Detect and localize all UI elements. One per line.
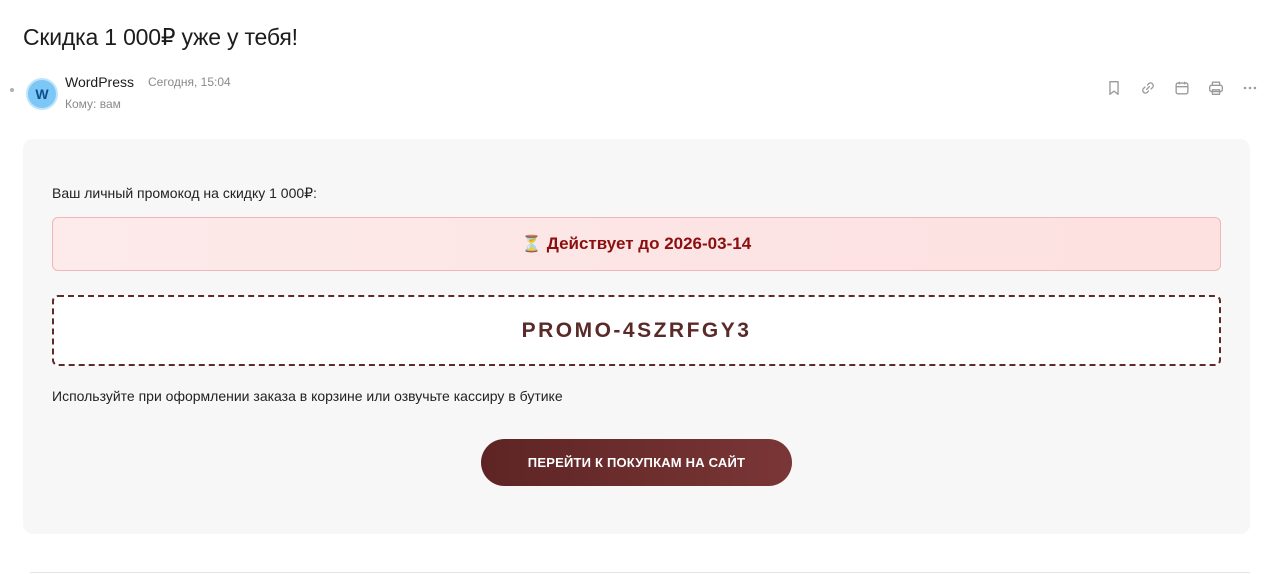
unread-dot (10, 88, 14, 92)
divider (30, 572, 1250, 573)
validity-banner: ⏳ Действует до 2026-03-14 (52, 217, 1221, 271)
more-icon[interactable] (1240, 78, 1260, 98)
email-view: Скидка 1 000₽ уже у тебя! W WordPress Се… (0, 0, 1280, 574)
link-icon[interactable] (1138, 78, 1158, 98)
hourglass-icon: ⏳ (521, 236, 542, 253)
sender-name[interactable]: WordPress (65, 74, 134, 90)
promo-code[interactable]: PROMO-4SZRFGY3 (52, 295, 1221, 366)
bookmark-icon[interactable] (1104, 78, 1124, 98)
email-date: Сегодня, 15:04 (148, 75, 231, 89)
calendar-icon[interactable] (1172, 78, 1192, 98)
print-icon[interactable] (1206, 78, 1226, 98)
promo-intro-text: Ваш личный промокод на скидку 1 000₽: (52, 185, 317, 201)
recipient[interactable]: Кому: вам (65, 97, 121, 111)
email-actions (1104, 78, 1260, 98)
email-body-card: Ваш личный промокод на скидку 1 000₽: ⏳ … (23, 139, 1250, 534)
email-subject: Скидка 1 000₽ уже у тебя! (23, 24, 298, 50)
shop-button[interactable]: ПЕРЕЙТИ К ПОКУПКАМ НА САЙТ (481, 439, 792, 486)
sender-row: W WordPress Сегодня, 15:04 Кому: вам (0, 68, 1280, 118)
validity-text: Действует до 2026-03-14 (546, 234, 752, 253)
usage-text: Используйте при оформлении заказа в корз… (52, 388, 563, 404)
avatar[interactable]: W (26, 78, 58, 110)
